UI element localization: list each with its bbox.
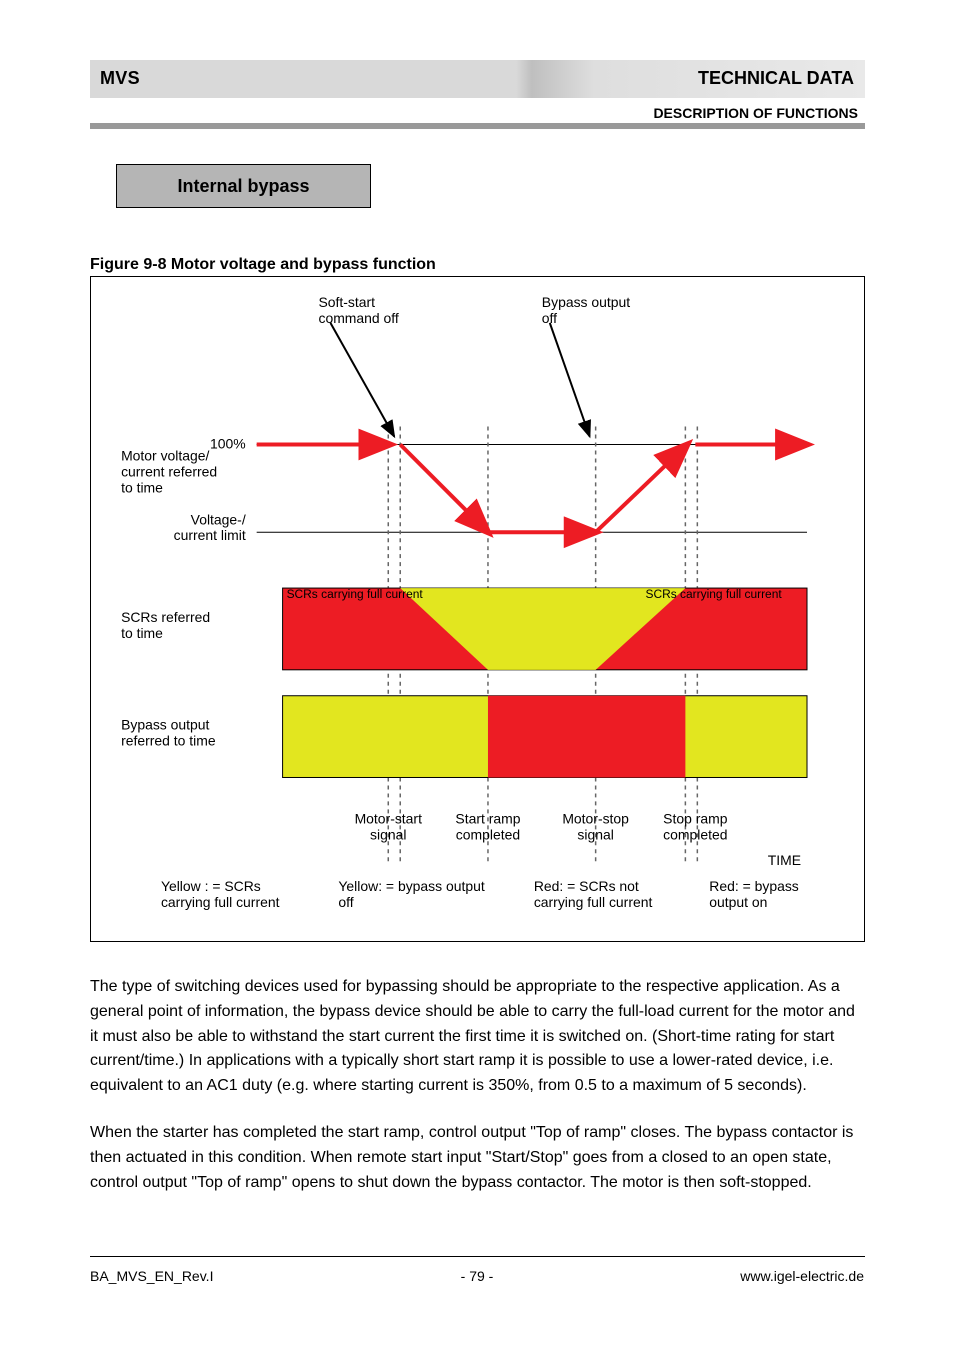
row1-la: Motor voltage/ bbox=[121, 447, 209, 463]
body-p1: The type of switching devices used for b… bbox=[90, 975, 865, 1099]
row2-la: SCRs referred bbox=[121, 609, 210, 625]
y-bottom-a: Voltage-/ bbox=[191, 511, 246, 527]
section-chip: Internal bypass bbox=[116, 164, 371, 208]
callout2-l2: off bbox=[542, 310, 557, 326]
leg1b: carrying full current bbox=[161, 894, 280, 910]
header-right: TECHNICAL DATA bbox=[698, 68, 854, 89]
leg4a: Red: = bypass bbox=[709, 878, 799, 894]
x3a: Stop ramp bbox=[663, 810, 728, 826]
row2-lb: to time bbox=[121, 625, 163, 641]
row3-la: Bypass output bbox=[121, 717, 209, 733]
diagram-svg: 100% Voltage-/ current limit Soft-start … bbox=[91, 277, 864, 941]
x2b: signal bbox=[577, 826, 613, 842]
x2a: Motor-stop bbox=[562, 810, 629, 826]
scr-left-label: SCRs carrying full current bbox=[287, 587, 424, 601]
body-p2: When the starter has completed the start… bbox=[90, 1121, 865, 1195]
leg1a: Yellow : = SCRs bbox=[161, 878, 261, 894]
leg3a: Red: = SCRs not bbox=[534, 878, 639, 894]
footer-right: www.igel-electric.de bbox=[740, 1268, 864, 1284]
leg2a: Yellow: = bypass output bbox=[338, 878, 484, 894]
y-top: 100% bbox=[210, 435, 246, 451]
leg4b: output on bbox=[709, 894, 767, 910]
figure-label: Figure 9-8 Motor voltage and bypass func… bbox=[90, 254, 436, 276]
x1b: completed bbox=[456, 826, 520, 842]
figure-title: Motor voltage and bypass function bbox=[171, 256, 436, 273]
callout1-l1: Soft-start bbox=[318, 294, 375, 310]
callout2-l1: Bypass output bbox=[542, 294, 630, 310]
body-text: The type of switching devices used for b… bbox=[90, 975, 865, 1217]
subheader-text: DESCRIPTION OF FUNCTIONS bbox=[653, 105, 858, 121]
row1-lb: current referred bbox=[121, 463, 217, 479]
callout1-l2: command off bbox=[318, 310, 398, 326]
figure-number: Figure 9-8 bbox=[90, 256, 166, 273]
x0a: Motor-start bbox=[355, 810, 423, 826]
time-label: TIME bbox=[768, 852, 801, 868]
footer-line bbox=[90, 1256, 865, 1257]
row3-lb: referred to time bbox=[121, 733, 216, 749]
x1a: Start ramp bbox=[455, 810, 520, 826]
leg2b: off bbox=[338, 894, 353, 910]
leg3b: carrying full current bbox=[534, 894, 653, 910]
x3b: completed bbox=[663, 826, 727, 842]
subheader-bar bbox=[90, 123, 865, 129]
row1-lc: to time bbox=[121, 479, 163, 495]
header-left: MVS bbox=[100, 68, 140, 89]
y-bottom-b: current limit bbox=[174, 527, 246, 543]
x0b: signal bbox=[370, 826, 406, 842]
bypass-bar bbox=[283, 696, 807, 778]
diagram-box: 100% Voltage-/ current limit Soft-start … bbox=[90, 276, 865, 942]
scr-right-label: SCRs carrying full current bbox=[645, 587, 782, 601]
